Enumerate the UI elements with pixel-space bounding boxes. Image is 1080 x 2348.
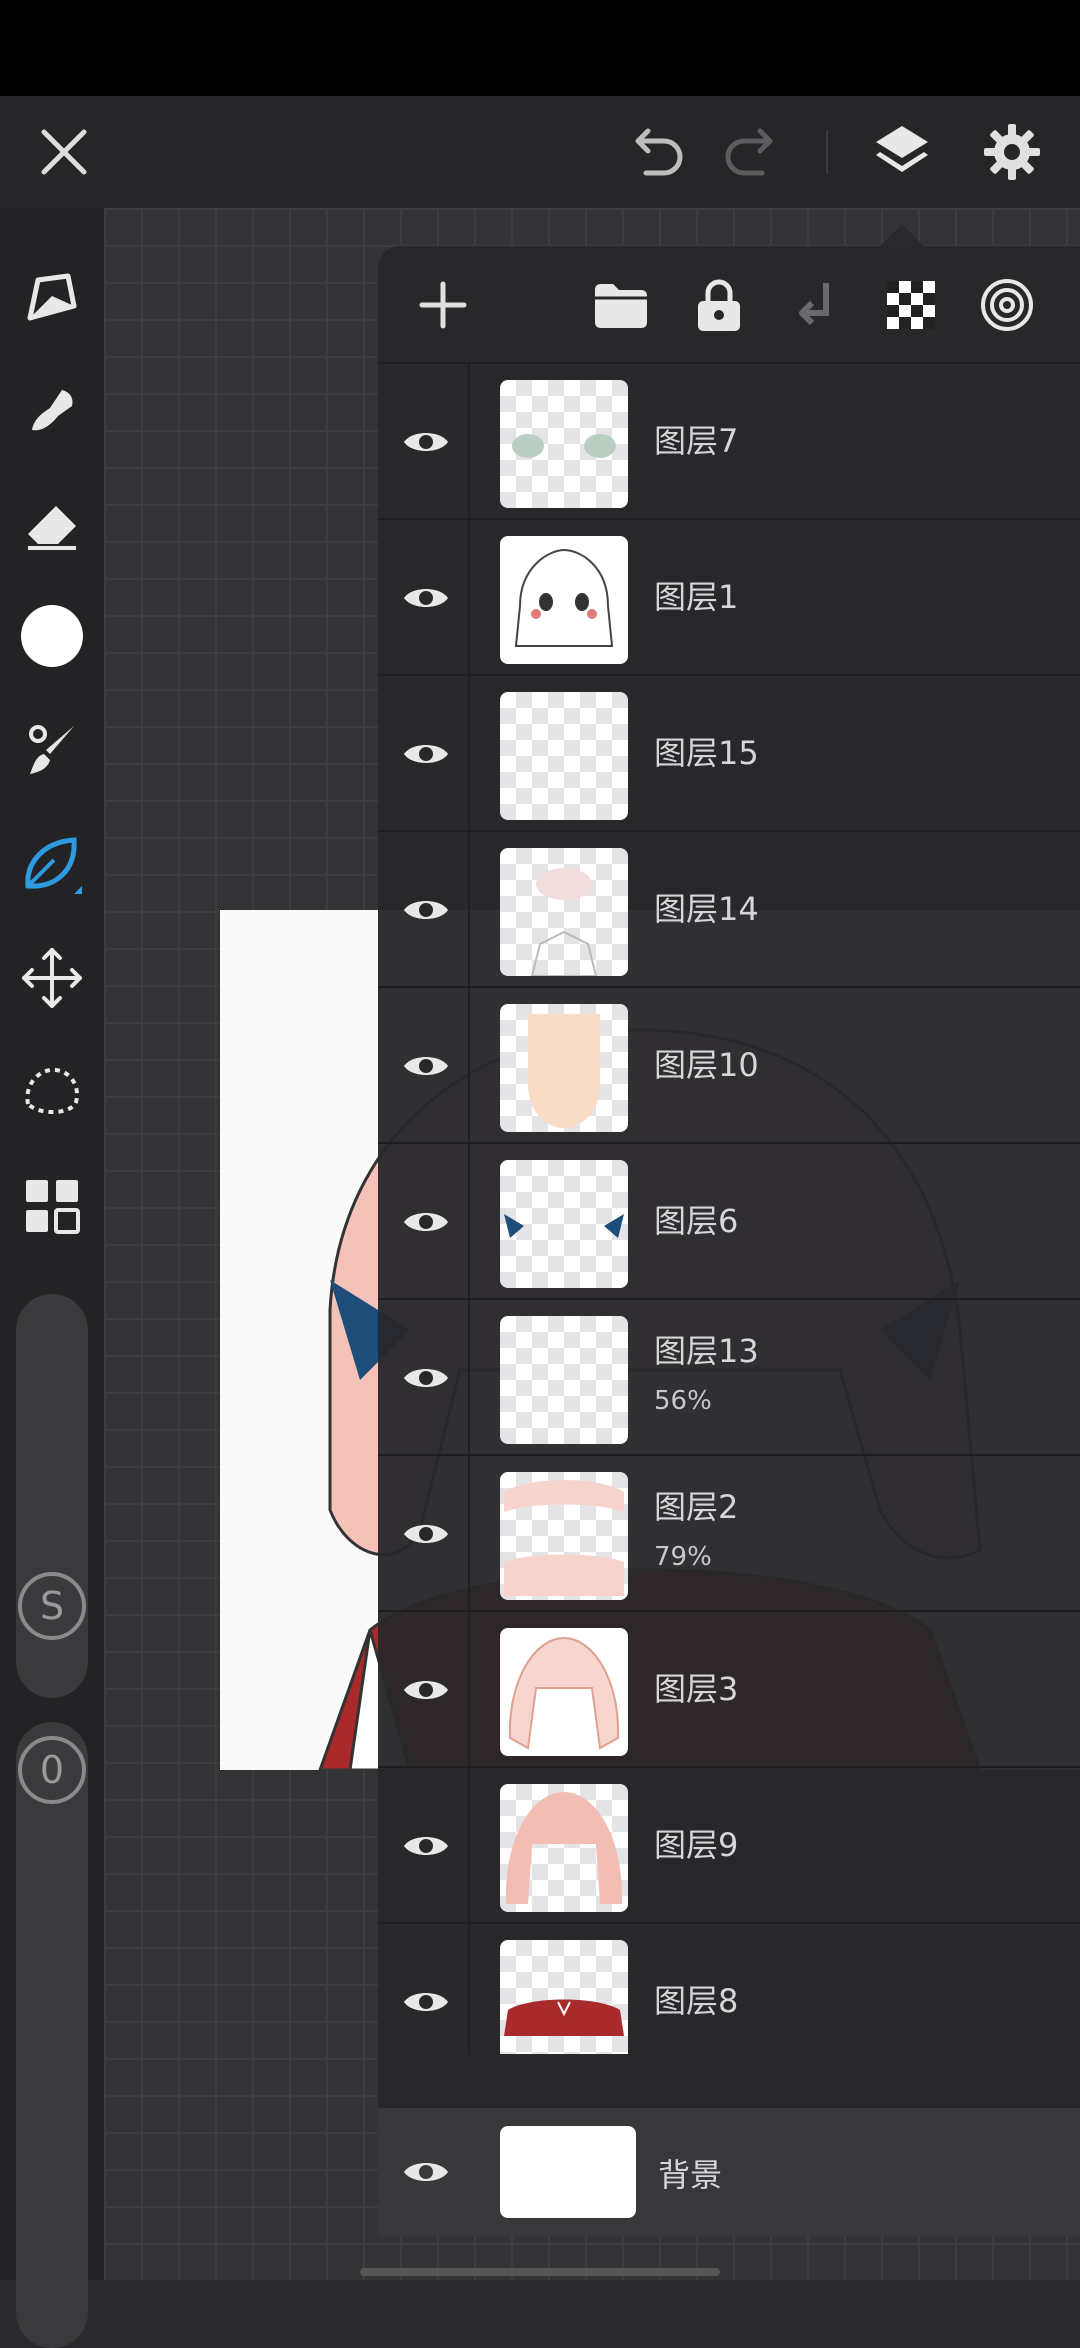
layer-thumbnail [500,1316,628,1444]
layer-row[interactable]: 图层10 [378,988,1080,1144]
target-icon[interactable] [976,274,1038,336]
redo-icon[interactable] [716,116,788,188]
tool-sidebar: S 0 [0,208,104,2348]
layer-thumbnail [500,1940,628,2054]
opacity-label: 0 [18,1736,86,1804]
layer-row[interactable]: 图层14 [378,832,1080,988]
transparency-icon[interactable] [880,274,942,336]
layer-list[interactable]: 图层7 图层1 图层15 图层14 图层10 图层6 图层13 56% 图层2 … [378,364,1080,2054]
pen-icon[interactable] [14,258,90,334]
opacity-slider[interactable] [16,1722,88,2348]
layer-name: 图层8 [654,1982,739,2020]
layer-name: 图层14 [654,890,759,928]
layer-name: 图层3 [654,1670,739,1708]
brush-icon[interactable] [14,712,90,788]
layer-row[interactable]: 图层8 [378,1924,1080,2054]
layers-panel: 图层7 图层1 图层15 图层14 图层10 图层6 图层13 56% 图层2 … [378,246,1080,2236]
size-label: S [18,1572,86,1640]
eye-icon[interactable] [398,1350,454,1406]
layer-row[interactable]: 图层9 [378,1768,1080,1924]
layer-name: 图层13 [654,1332,759,1370]
eye-icon[interactable] [398,1194,454,1250]
layer-thumbnail [500,536,628,664]
lasso-icon[interactable] [14,1054,90,1130]
background-layer-row[interactable]: 背景 [378,2108,1080,2236]
status-bar [0,0,1080,96]
layer-row[interactable]: 图层15 [378,676,1080,832]
eye-icon[interactable] [398,1038,454,1094]
layer-name: 图层7 [654,422,739,460]
layer-name: 图层6 [654,1202,739,1240]
layer-opacity: 79% [654,1542,712,1572]
layer-opacity: 56% [654,1386,712,1416]
eye-icon[interactable] [398,2144,454,2200]
layers-icon[interactable] [866,116,938,188]
layer-name: 图层2 [654,1488,739,1526]
eye-icon[interactable] [398,1974,454,2030]
smudge-icon[interactable] [14,372,90,448]
layer-thumbnail [500,1004,628,1132]
layer-thumbnail [500,380,628,508]
grid-icon[interactable] [14,1168,90,1244]
top-toolbar [0,96,1080,208]
layer-row[interactable]: 图层7 [378,364,1080,520]
layer-thumbnail [500,848,628,976]
eye-icon[interactable] [398,726,454,782]
gear-icon[interactable] [976,116,1048,188]
layer-row[interactable]: 图层6 [378,1144,1080,1300]
background-layer-name: 背景 [658,2156,723,2194]
lock-icon[interactable] [688,274,750,336]
eraser-icon[interactable] [14,486,90,562]
eye-icon[interactable] [398,1506,454,1562]
layer-thumbnail [500,1160,628,1288]
eye-icon[interactable] [398,570,454,626]
layer-row[interactable]: 图层3 [378,1612,1080,1768]
close-icon[interactable] [28,116,100,188]
layer-name: 图层10 [654,1046,759,1084]
color-icon[interactable] [14,598,90,674]
toolbar-divider [826,130,828,174]
home-indicator [360,2268,720,2276]
eye-icon[interactable] [398,1818,454,1874]
eye-icon[interactable] [398,414,454,470]
eye-icon[interactable] [398,882,454,938]
background-thumbnail [500,2126,636,2218]
folder-icon[interactable] [590,274,652,336]
layer-thumbnail [500,692,628,820]
layer-name: 图层9 [654,1826,739,1864]
transform-icon[interactable] [14,940,90,1016]
layer-row[interactable]: 图层13 56% [378,1300,1080,1456]
layer-name: 图层15 [654,734,759,772]
layer-thumbnail [500,1628,628,1756]
merge-down-icon[interactable] [784,274,846,336]
layer-row[interactable]: 图层2 79% [378,1456,1080,1612]
add-icon[interactable] [412,274,474,336]
layer-thumbnail [500,1784,628,1912]
eye-icon[interactable] [398,1662,454,1718]
leaf-brush-icon[interactable] [14,826,90,902]
undo-icon[interactable] [620,116,692,188]
panel-pointer [880,224,924,246]
layer-thumbnail [500,1472,628,1600]
layer-name: 图层1 [654,578,739,616]
layers-toolbar [378,246,1080,364]
layer-row[interactable]: 图层1 [378,520,1080,676]
